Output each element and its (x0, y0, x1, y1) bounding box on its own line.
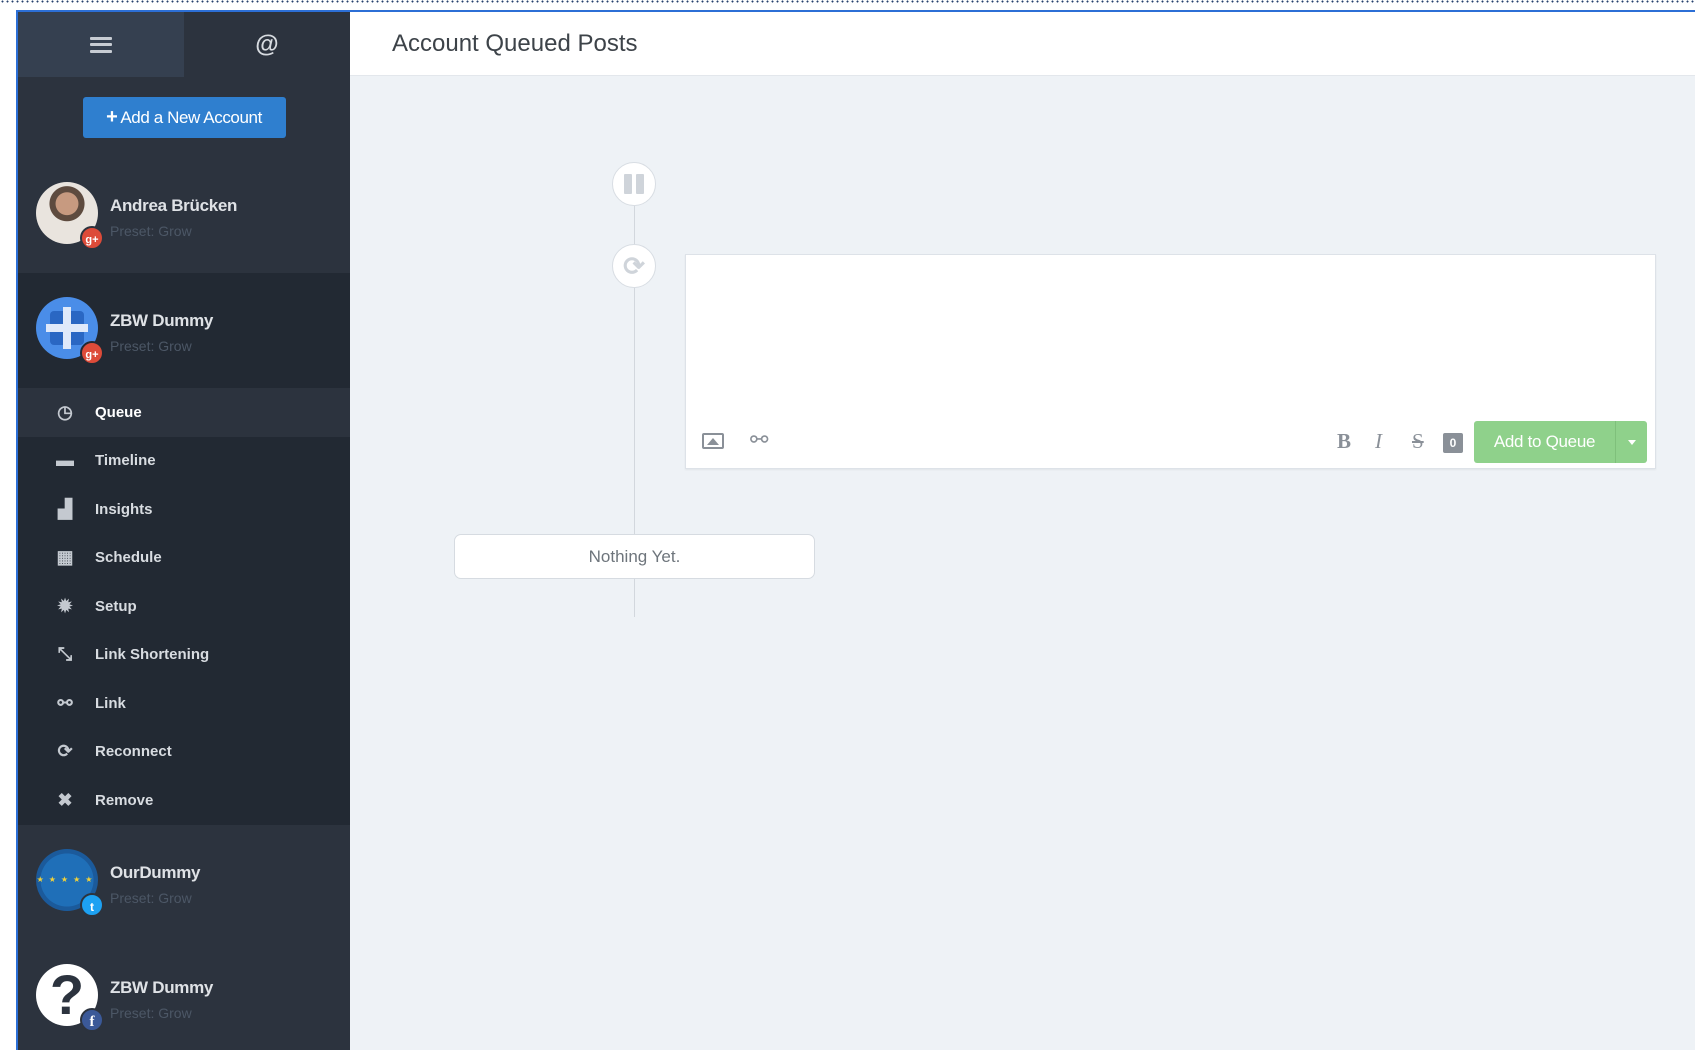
menu-item-label: Queue (95, 403, 142, 421)
account-name: OurDummy (110, 862, 201, 882)
menu-item-label: Timeline (95, 452, 156, 470)
sidebar-top-tabs: @ (18, 12, 350, 77)
character-count: 0 (1443, 433, 1463, 453)
account-name: ZBW Dummy (110, 311, 214, 330)
account-preset: Preset: Grow (110, 889, 192, 906)
link-icon: ⚯ (57, 692, 73, 713)
account-menu: ◷ Queue ▬ Timeline ▟ Insights ▦ Schedule… (18, 388, 350, 825)
calendar-icon: ▦ (56, 547, 74, 568)
refresh-icon: ⟳ (57, 741, 73, 762)
italic-button[interactable]: I (1375, 429, 1382, 454)
plus-icon: + (106, 106, 118, 128)
at-icon: @ (255, 30, 279, 58)
shuffle-queue-button[interactable]: ⟳ (612, 244, 656, 288)
hamburger-icon (90, 36, 112, 53)
menu-item-link[interactable]: ⚯ Link (18, 679, 350, 728)
archive-icon: ▬ (56, 450, 74, 471)
menu-item-timeline[interactable]: ▬ Timeline (18, 437, 350, 486)
post-composer: ⚯ B I S 0 Add to Queue (685, 254, 1656, 469)
account-andrea-bruecken[interactable]: g+ Andrea Brücken Preset: Grow (18, 158, 350, 273)
add-to-queue-split-button: Add to Queue (1474, 421, 1647, 463)
menu-item-insights[interactable]: ▟ Insights (18, 485, 350, 534)
menu-item-reconnect[interactable]: ⟳ Reconnect (18, 728, 350, 777)
account-name: Andrea Brücken (110, 196, 238, 215)
clock-icon: ◷ (57, 401, 73, 422)
main-content: Account Queued Posts ⟳ ⚯ B I S 0 Add to … (350, 12, 1695, 1050)
page-title: Account Queued Posts (392, 29, 638, 57)
menu-item-label: Reconnect (95, 743, 172, 761)
compress-icon: ⤡ (57, 644, 73, 665)
page-header: Account Queued Posts (350, 12, 1695, 76)
facebook-icon: f (80, 1007, 104, 1032)
menu-item-label: Link (95, 694, 126, 712)
sidebar: @ + Add a New Account g+ Andrea Brücken … (18, 12, 350, 1050)
google-plus-icon: g+ (80, 341, 104, 365)
refresh-icon: ⟳ (623, 250, 645, 281)
menu-item-label: Remove (95, 791, 154, 809)
gear-icon: ✹ (57, 595, 73, 616)
mentions-tab[interactable]: @ (184, 12, 350, 77)
menu-tab[interactable] (18, 12, 184, 77)
chevron-down-icon (1627, 439, 1636, 445)
menu-item-queue[interactable]: ◷ Queue (18, 388, 350, 437)
account-name: ZBW Dummy (110, 977, 214, 997)
bold-button[interactable]: B (1337, 429, 1351, 454)
menu-item-label: Schedule (95, 549, 162, 567)
image-icon[interactable] (702, 433, 724, 449)
close-icon: ✖ (57, 789, 73, 810)
menu-item-setup[interactable]: ✹ Setup (18, 582, 350, 631)
menu-item-link-shortening[interactable]: ⤡ Link Shortening (18, 631, 350, 680)
pause-queue-button[interactable] (612, 162, 656, 206)
add-account-button[interactable]: + Add a New Account (82, 97, 286, 138)
pause-icon (624, 174, 644, 194)
link-icon[interactable]: ⚯ (750, 427, 768, 453)
add-to-queue-button[interactable]: Add to Queue (1474, 421, 1615, 463)
account-preset: Preset: Grow (110, 338, 192, 354)
account-preset: Preset: Grow (110, 223, 192, 239)
top-dotted-border (0, 0, 1695, 3)
twitter-icon: t (80, 892, 104, 917)
menu-item-remove[interactable]: ✖ Remove (18, 776, 350, 825)
bar-chart-icon: ▟ (58, 498, 72, 519)
account-zbw-dummy-gplus[interactable]: g+ ZBW Dummy Preset: Grow (18, 273, 350, 388)
google-plus-icon: g+ (80, 226, 104, 250)
strikethrough-button[interactable]: S (1412, 429, 1424, 454)
account-zbw-dummy-facebook[interactable]: ? f ZBW Dummy Preset: Grow (18, 939, 350, 1050)
post-text-input[interactable] (700, 265, 1641, 399)
add-account-label: Add a New Account (120, 107, 262, 127)
menu-item-label: Link Shortening (95, 646, 210, 664)
account-ourdummy[interactable]: ★★★★★ t OurDummy Preset: Grow (18, 824, 350, 940)
queue-options-dropdown[interactable] (1615, 421, 1647, 463)
menu-item-label: Insights (95, 500, 153, 518)
add-account-area: + Add a New Account (18, 77, 350, 158)
account-preset: Preset: Grow (110, 1004, 192, 1021)
menu-item-label: Setup (95, 597, 137, 615)
menu-item-schedule[interactable]: ▦ Schedule (18, 534, 350, 583)
empty-queue-message: Nothing Yet. (454, 534, 815, 579)
